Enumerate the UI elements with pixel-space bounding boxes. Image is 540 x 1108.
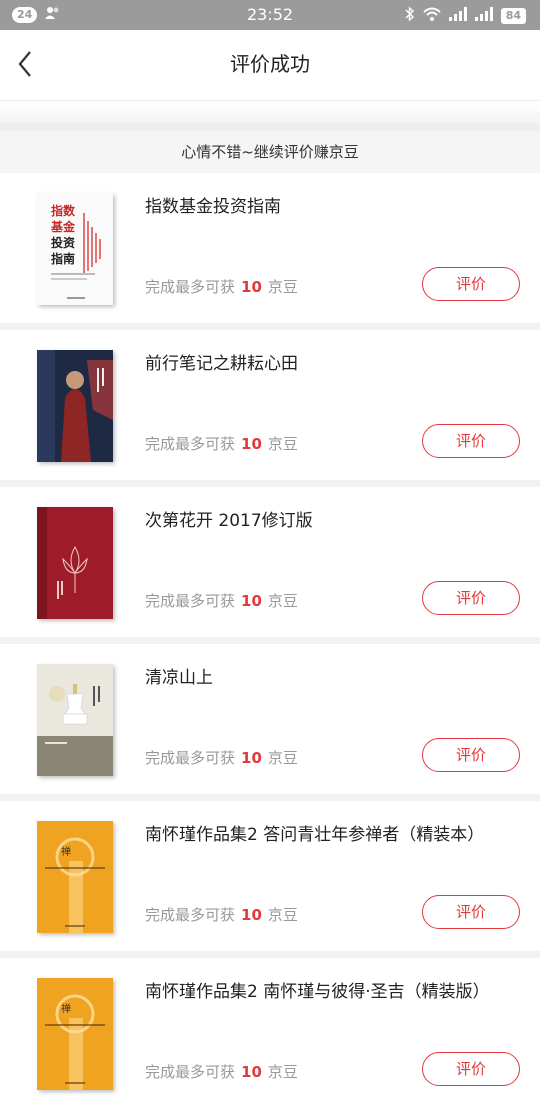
- reward-text: 完成最多可获 10 京豆: [145, 1061, 298, 1082]
- product-row: 清凉山上完成最多可获 10 京豆 评价: [0, 644, 540, 794]
- reward-prefix: 完成最多可获: [145, 278, 236, 296]
- book-title[interactable]: 前行笔记之耕耘心田: [145, 349, 298, 374]
- reward-amount: 10: [241, 278, 262, 296]
- book-cover-image[interactable]: 禅: [37, 978, 113, 1090]
- book-title[interactable]: 南怀瑾作品集2 答问青壮年参禅者（精装本）: [145, 820, 484, 845]
- reward-unit: 京豆: [267, 906, 298, 924]
- reward-unit: 京豆: [267, 278, 298, 296]
- book-title[interactable]: 指数基金投资指南: [145, 192, 281, 217]
- product-list: 指数 基金 投资 指南 指数基金投资指南 完成最多可获 10 京豆 评价 前行笔记之耕耘心田 完成最…: [0, 173, 540, 1108]
- header-shadow: [0, 101, 540, 123]
- product-row: 次第花开 2017修订版完成最多可获 10 京豆 评价: [0, 487, 540, 637]
- page-header: 评价成功: [0, 30, 540, 101]
- svg-text:禅: 禅: [61, 1002, 71, 1015]
- signal-icon-2: [474, 7, 493, 25]
- reward-amount: 10: [241, 1063, 262, 1081]
- reward-unit: 京豆: [267, 592, 298, 610]
- reward-text: 完成最多可获 10 京豆: [145, 590, 298, 611]
- reward-prefix: 完成最多可获: [145, 749, 236, 767]
- battery-indicator: 84: [500, 8, 526, 24]
- svg-text:基金: 基金: [50, 219, 76, 234]
- rate-button[interactable]: 评价: [422, 424, 520, 458]
- reward-text: 完成最多可获 10 京豆: [145, 433, 298, 454]
- book-cover-image[interactable]: [37, 664, 113, 776]
- divider: [0, 123, 540, 131]
- book-title[interactable]: 次第花开 2017修订版: [145, 506, 313, 531]
- status-bar: 24 23:52 84: [0, 0, 540, 30]
- book-cover-image[interactable]: [37, 507, 113, 619]
- bluetooth-icon: [405, 6, 415, 26]
- reward-amount: 10: [241, 435, 262, 453]
- rate-button[interactable]: 评价: [422, 1052, 520, 1086]
- reward-amount: 10: [241, 906, 262, 924]
- reward-text: 完成最多可获 10 京豆: [145, 276, 298, 297]
- rate-button[interactable]: 评价: [422, 581, 520, 615]
- reward-text: 完成最多可获 10 京豆: [145, 747, 298, 768]
- svg-text:投资: 投资: [51, 235, 75, 250]
- reward-unit: 京豆: [267, 435, 298, 453]
- svg-text:指数: 指数: [51, 203, 76, 218]
- reward-prefix: 完成最多可获: [145, 906, 236, 924]
- reward-text: 完成最多可获 10 京豆: [145, 904, 298, 925]
- reward-prefix: 完成最多可获: [145, 592, 236, 610]
- signal-icon-1: [448, 7, 467, 25]
- book-title[interactable]: 清凉山上: [145, 663, 213, 688]
- reward-unit: 京豆: [267, 1063, 298, 1081]
- book-cover-image[interactable]: [37, 350, 113, 462]
- reward-amount: 10: [241, 592, 262, 610]
- svg-text:禅: 禅: [61, 845, 71, 858]
- page-title: 评价成功: [230, 52, 310, 76]
- book-cover-image[interactable]: 指数 基金 投资 指南: [37, 193, 113, 305]
- rate-button[interactable]: 评价: [422, 738, 520, 772]
- reward-amount: 10: [241, 749, 262, 767]
- book-title[interactable]: 南怀瑾作品集2 南怀瑾与彼得·圣吉（精装版）: [145, 977, 490, 1002]
- reward-prefix: 完成最多可获: [145, 435, 236, 453]
- wifi-icon: [423, 7, 441, 25]
- rate-button[interactable]: 评价: [422, 267, 520, 301]
- rate-button[interactable]: 评价: [422, 895, 520, 929]
- product-row: 禅 南怀瑾作品集2 南怀瑾与彼得·圣吉（精装版） 完成最多可获 10 京豆 评价: [0, 958, 540, 1108]
- product-row: 禅 南怀瑾作品集2 答问青壮年参禅者（精装本） 完成最多可获 10 京豆 评价: [0, 801, 540, 951]
- product-row: 前行笔记之耕耘心田完成最多可获 10 京豆 评价: [0, 330, 540, 480]
- book-cover-image[interactable]: 禅: [37, 821, 113, 933]
- reward-prefix: 完成最多可获: [145, 1063, 236, 1081]
- svg-text:指南: 指南: [51, 251, 75, 266]
- review-prompt-banner: 心情不错~继续评价赚京豆: [0, 131, 540, 173]
- product-row: 指数 基金 投资 指南 指数基金投资指南 完成最多可获 10 京豆 评价: [0, 173, 540, 323]
- reward-unit: 京豆: [267, 749, 298, 767]
